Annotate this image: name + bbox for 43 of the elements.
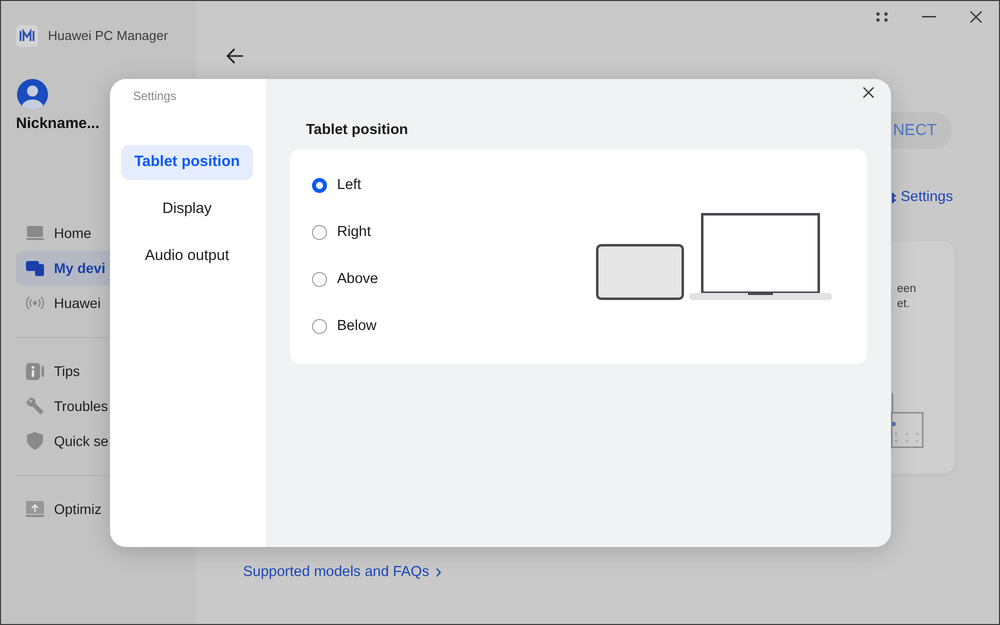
back-arrow-icon[interactable] (226, 48, 244, 64)
radio-button[interactable] (312, 225, 327, 240)
sidebar-item[interactable]: Huawei (16, 286, 110, 320)
avatar-icon[interactable] (17, 79, 48, 110)
close-icon[interactable] (863, 87, 874, 98)
wrench-icon (26, 397, 44, 415)
sidebar-item[interactable]: Troubles (16, 388, 110, 424)
radio-option[interactable]: Above (312, 256, 378, 304)
upload-icon (26, 501, 44, 517)
dialog-nav-item[interactable]: Tablet position (121, 145, 253, 180)
dialog-title: Settings (133, 88, 176, 105)
close-icon[interactable] (970, 11, 982, 23)
user-nickname: Nickname... (16, 114, 100, 134)
sidebar-item[interactable]: Home (16, 216, 110, 250)
radio-option[interactable]: Left (312, 162, 362, 210)
grid-dots-icon[interactable] (876, 12, 888, 22)
device-drawing (891, 392, 924, 448)
dialog-nav-item[interactable]: Display (121, 192, 253, 227)
radio-button[interactable] (312, 178, 327, 194)
minimize-icon[interactable] (922, 16, 936, 18)
faq-link[interactable]: Supported models and FAQs (243, 562, 442, 584)
section-heading: Tablet position (306, 121, 408, 140)
settings-icon (892, 192, 896, 204)
radio-button[interactable] (312, 319, 327, 334)
laptop-icon (26, 226, 44, 240)
settings-link[interactable]: Settings (892, 187, 953, 209)
info-icon (26, 362, 44, 380)
broadcast-icon (26, 296, 44, 310)
app-logo-icon (16, 25, 38, 47)
sidebar-item[interactable]: Tips (16, 354, 110, 388)
radio-option[interactable]: Right (312, 209, 371, 256)
sidebar-item[interactable]: Optimiz (16, 492, 110, 526)
sidebar-item[interactable]: Quick se (16, 424, 110, 458)
card-text: et. (897, 296, 910, 312)
dialog-nav-item[interactable]: Audio output (121, 239, 253, 274)
radio-option[interactable]: Below (312, 303, 376, 350)
devices-icon (26, 260, 44, 276)
shield-icon (27, 432, 43, 450)
app-name: Huawei PC Manager (48, 27, 168, 46)
radio-button[interactable] (312, 272, 327, 288)
sidebar-item[interactable]: My devi (16, 250, 110, 286)
chevron-right-icon (436, 568, 442, 578)
card-text: een (897, 282, 916, 297)
